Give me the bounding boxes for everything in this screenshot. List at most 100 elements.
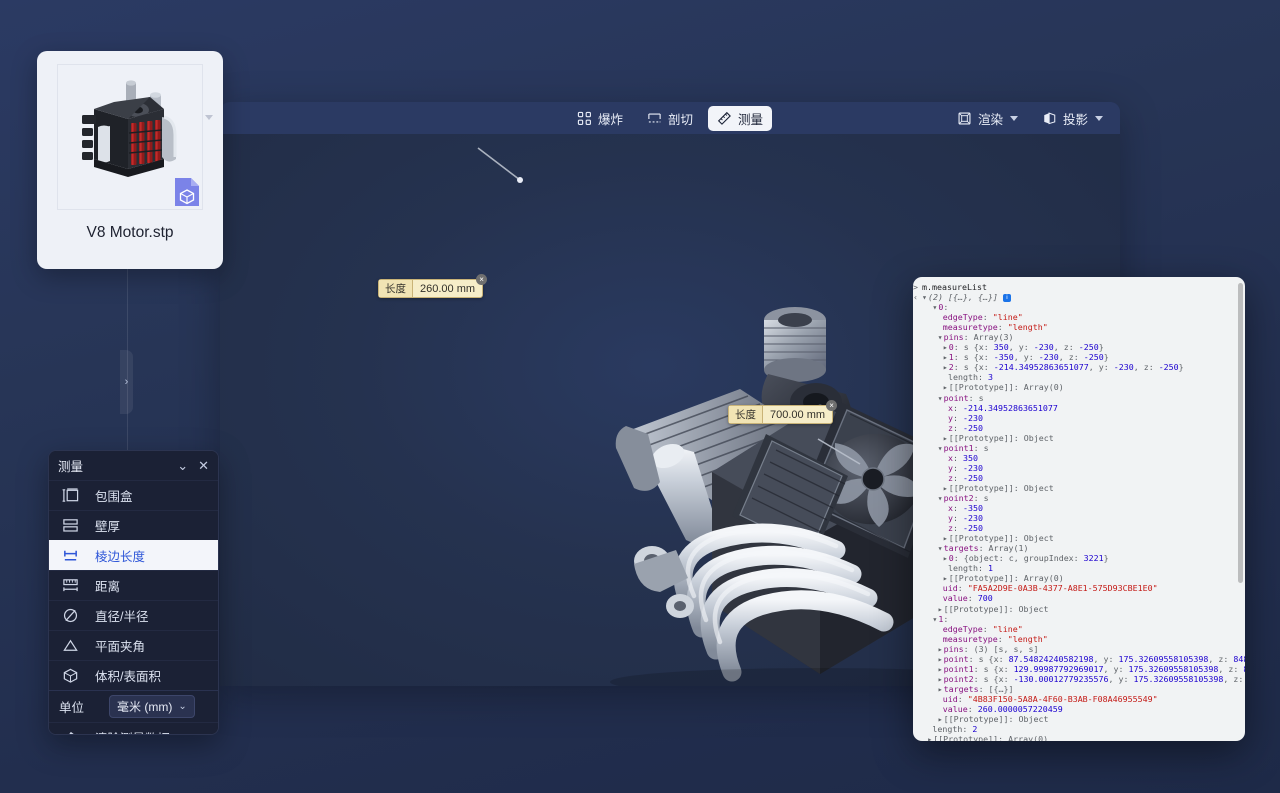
measure-tag[interactable]: 长度 700.00 mm × (728, 400, 838, 424)
edge-length-icon (59, 547, 81, 564)
console-line: ▸0: {object: c, groupIndex: 3221} (913, 553, 1245, 563)
console-line: value: 260.0000057220459 (913, 704, 1245, 714)
console-token: [[Prototype]] (948, 432, 1014, 443)
chevron-down-icon[interactable]: ⌄ (177, 458, 188, 474)
console-line: length: 2 (913, 724, 1245, 734)
console-token: length (948, 563, 978, 574)
console-gutter (913, 493, 919, 503)
console-line: z: -250 (913, 423, 1245, 433)
tool-projection-button[interactable]: 投影 (1033, 106, 1112, 131)
console-gutter (913, 734, 919, 741)
close-icon[interactable]: ✕ (198, 458, 209, 474)
console-gutter (913, 322, 919, 332)
close-icon[interactable]: × (826, 400, 838, 411)
measure-tag[interactable]: 长度 260.00 mm × (378, 274, 488, 298)
console-token: : (1003, 673, 1014, 684)
clear-measurements-button[interactable]: 清除测量数据 (49, 722, 218, 734)
console-gutter (913, 372, 919, 382)
console-line: ▸[[Prototype]]: Object (913, 483, 1245, 493)
console-gutter (913, 654, 919, 664)
console-token: : (1233, 663, 1244, 674)
console-prompt-glyph: ‹ (913, 292, 918, 303)
console-line: ▾pins: Array(3) (913, 332, 1245, 342)
console-token: : (953, 402, 963, 413)
tool-render-button[interactable]: 渲染 (948, 106, 1027, 131)
console-token: : (1028, 352, 1039, 363)
plane-angle-icon (59, 637, 81, 654)
measure-panel: 测量 ⌄ ✕ 包围盒 壁厚 棱边长度 距离 直径/半径 平面夹角 体积/表面积 … (48, 450, 219, 735)
console-token: , (1008, 342, 1019, 353)
tool-explode-label: 爆炸 (597, 112, 623, 127)
console-gutter (913, 413, 919, 423)
console-token: 175.32609558105398 (1128, 663, 1219, 674)
console-token: 3 (987, 372, 993, 383)
console-line: ▸[[Prototype]]: Object (913, 533, 1245, 543)
console-gutter (913, 463, 919, 473)
console-gutter (913, 644, 919, 654)
close-icon[interactable]: × (476, 274, 488, 285)
tool-section-cut-button[interactable]: 剖切 (638, 106, 702, 131)
measure-item-wall-thickness[interactable]: 壁厚 (49, 510, 218, 540)
console-gutter (913, 443, 919, 453)
measure-panel-header: 测量 ⌄ ✕ (49, 451, 218, 480)
console-token: : Object (1013, 482, 1054, 493)
measure-item-plane-angle[interactable]: 平面夹角 (49, 630, 218, 660)
console-line: value: 700 (913, 593, 1245, 603)
console-token: point2 (943, 492, 974, 503)
file-card[interactable]: 对 (37, 51, 223, 269)
console-token: [[Prototype]] (948, 533, 1014, 544)
unit-label: 单位 (59, 701, 85, 715)
screen-root: 爆炸 剖切 测量 渲染 投影 长度 260.00 mm × 长度 700.00 … (0, 0, 1280, 793)
section-cut-icon (648, 112, 661, 122)
console-token: : s { (953, 352, 979, 363)
unit-select[interactable]: 毫米 (mm) ⌄ (109, 695, 195, 718)
console-token: [[Prototype]] (948, 573, 1014, 584)
measure-item-volume-area[interactable]: 体积/表面积 (49, 660, 218, 690)
console-token: : Array(1) (978, 543, 1029, 554)
wall-thickness-icon (59, 517, 81, 534)
measure-item-label: 距离 (95, 580, 121, 594)
measure-icon (717, 111, 731, 125)
console-line: ▾point: s (913, 393, 1245, 403)
console-token: : (953, 472, 963, 483)
console-token: , (1053, 342, 1064, 353)
chevron-down-icon (1095, 115, 1103, 121)
devtools-console-panel[interactable]: > m.measureList ‹ ▾(2) [{…}, {…}] i ▾0: edg… (913, 277, 1245, 741)
console-gutter (913, 593, 919, 603)
console-line: ▸[[Prototype]]: Array(0) (913, 382, 1245, 392)
tool-explode-button[interactable]: 爆炸 (568, 106, 632, 131)
console-token: -350 (963, 503, 983, 514)
console-token: : Array(3) (963, 332, 1014, 343)
console-token: m.measureList (922, 282, 987, 292)
info-badge-icon: i (1002, 294, 1011, 303)
measure-item-bounding-box[interactable]: 包围盒 (49, 480, 218, 510)
console-line: ▾point2: s (913, 493, 1245, 503)
console-gutter (913, 674, 919, 684)
console-token: -230 (1033, 342, 1054, 353)
console-gutter (913, 583, 919, 593)
console-token: : (967, 593, 978, 604)
tool-measure-button[interactable]: 测量 (708, 105, 773, 131)
console-line: x: -350 (913, 503, 1245, 513)
console-gutter (913, 433, 919, 443)
console-line: ▾0: (913, 302, 1245, 312)
console-token: : Object (1008, 714, 1049, 725)
console-token: , (1208, 653, 1219, 664)
console-token: , (1103, 663, 1114, 674)
console-token: : Object (1013, 432, 1054, 443)
console-gutter (913, 604, 919, 614)
console-line: measuretype: "length" (913, 322, 1245, 332)
console-token: pins (943, 643, 964, 654)
console-gutter (913, 684, 919, 694)
measure-item-diameter-radius[interactable]: 直径/半径 (49, 600, 218, 630)
console-token: targets (943, 683, 979, 694)
console-scrollbar[interactable] (1238, 283, 1243, 583)
chevron-down-icon (1009, 115, 1018, 121)
console-line: ▸[[Prototype]]: Object (913, 604, 1245, 614)
console-line: ▸point1: s {x: 129.99987792969017, y: 17… (913, 664, 1245, 674)
measure-item-distance[interactable]: 距离 (49, 570, 218, 600)
console-gutter (913, 352, 919, 362)
sidebar-expand-handle[interactable]: › (120, 350, 133, 414)
console-token: , (1093, 653, 1104, 664)
measure-item-edge-length[interactable]: 棱边长度 (49, 540, 218, 570)
